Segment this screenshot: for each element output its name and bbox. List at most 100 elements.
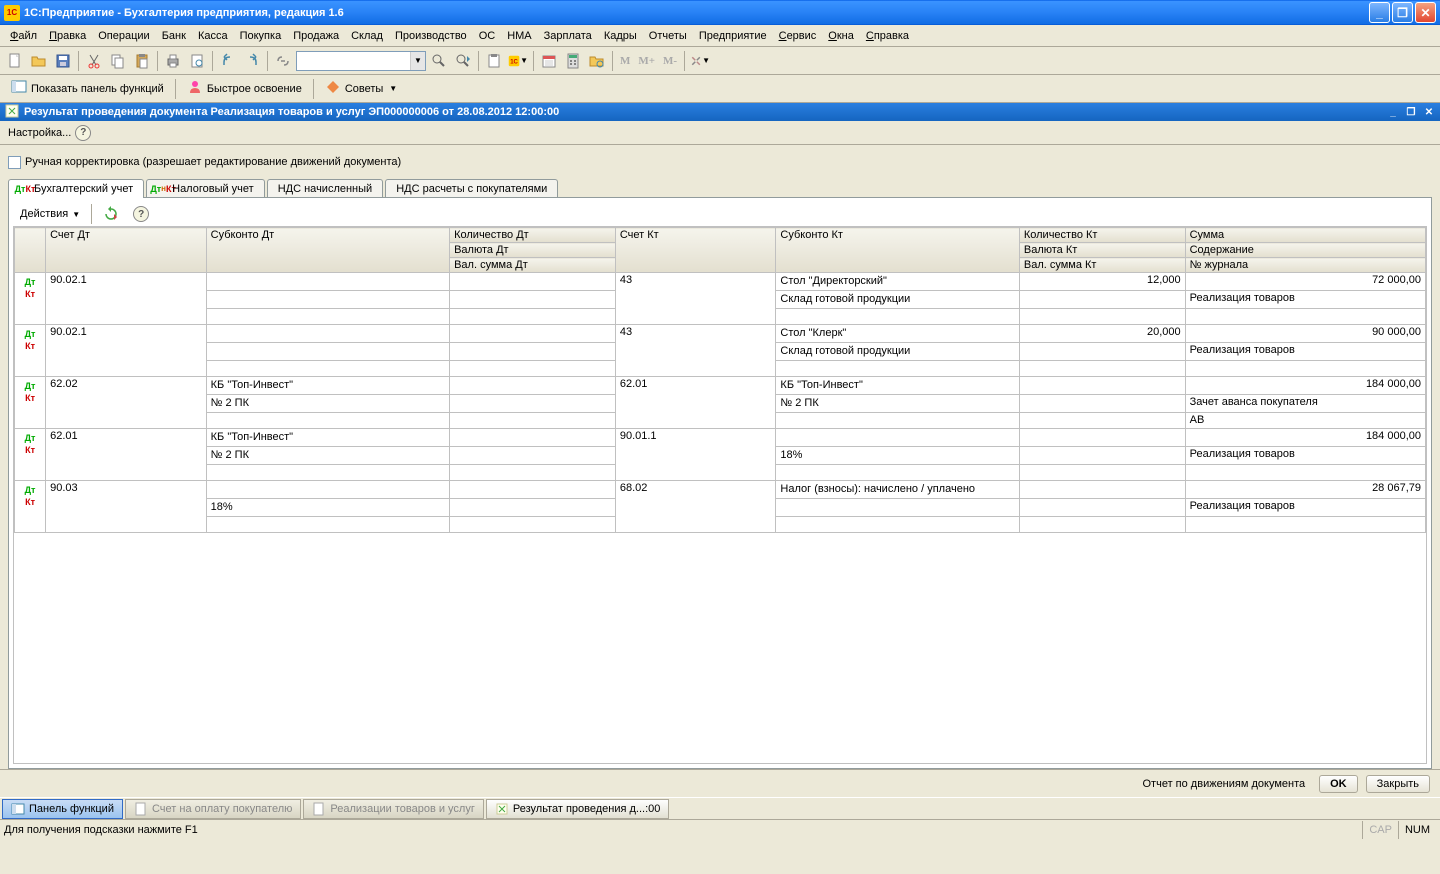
ok-button[interactable]: OK <box>1319 775 1358 793</box>
menu-кадры[interactable]: Кадры <box>598 28 643 44</box>
advice-button[interactable]: Советы ▼ <box>318 78 404 100</box>
table-row[interactable]: ДтКт90.0368.02Налог (взносы): начислено … <box>15 481 1426 499</box>
table-row[interactable]: ДтКт90.02.143Стол "Директорский"12,00072… <box>15 273 1426 291</box>
close-button[interactable]: Закрыть <box>1366 775 1430 793</box>
table-row[interactable]: ДтКт62.02КБ "Топ-Инвест"62.01КБ "Топ-Инв… <box>15 377 1426 395</box>
minimize-doc-icon[interactable]: _ <box>1386 105 1400 119</box>
result-icon <box>495 802 509 816</box>
task-panel-functions[interactable]: Панель функций <box>2 799 123 819</box>
menu-ос[interactable]: ОС <box>473 28 502 44</box>
menu-файл[interactable]: Файл <box>4 28 43 44</box>
doc-icon <box>312 802 326 816</box>
tab-tax[interactable]: ДтнКт Налоговый учет <box>146 179 265 198</box>
col-account-kt[interactable]: Счет Кт <box>615 228 776 273</box>
menu-предприятие[interactable]: Предприятие <box>693 28 773 44</box>
tab-vat-accrued[interactable]: НДС начисленный <box>267 179 383 198</box>
open-icon[interactable] <box>28 50 50 72</box>
menu-правка[interactable]: Правка <box>43 28 92 44</box>
undo-icon[interactable] <box>217 50 239 72</box>
menu-склад[interactable]: Склад <box>345 28 389 44</box>
quick-learn-button[interactable]: Быстрое освоение <box>180 78 309 100</box>
app-icon: 1C <box>4 5 20 21</box>
folder-icon[interactable] <box>586 50 608 72</box>
paste-icon[interactable] <box>131 50 153 72</box>
cell-qtydt <box>450 481 616 499</box>
report-link[interactable]: Отчет по движениям документа <box>1143 778 1306 790</box>
print-preview-icon[interactable] <box>186 50 208 72</box>
link-icon[interactable] <box>272 50 294 72</box>
calendar-icon[interactable] <box>538 50 560 72</box>
redo-icon[interactable] <box>241 50 263 72</box>
copy-icon[interactable] <box>107 50 129 72</box>
cell-subdt3 <box>206 413 449 429</box>
chevron-down-icon[interactable]: ▼ <box>410 52 425 70</box>
col-currency-kt[interactable]: Валюта Кт <box>1019 243 1185 258</box>
table-row[interactable]: ДтКт62.01КБ "Топ-Инвест"90.01.1184 000,0… <box>15 429 1426 447</box>
search-combo[interactable]: ▼ <box>296 51 426 71</box>
tab-accounting[interactable]: ДтКт Бухгалтерский учет <box>8 179 144 198</box>
menu-покупка[interactable]: Покупка <box>234 28 288 44</box>
manual-edit-checkbox[interactable] <box>8 156 21 169</box>
find-next-icon[interactable] <box>452 50 474 72</box>
cell-kt: 62.01 <box>615 377 776 429</box>
task-result[interactable]: Результат проведения д...:00 <box>486 799 670 819</box>
maximize-button[interactable]: ❐ <box>1392 2 1413 23</box>
cell-vsumdt <box>450 361 616 377</box>
col-valsum-dt[interactable]: Вал. сумма Дт <box>450 258 616 273</box>
settings-link[interactable]: Настройка... <box>8 127 71 139</box>
find-icon[interactable] <box>428 50 450 72</box>
new-doc-icon[interactable] <box>4 50 26 72</box>
dk-icon: ДтКт <box>15 325 46 377</box>
col-valsum-kt[interactable]: Вал. сумма Кт <box>1019 258 1185 273</box>
cell-subkt: КБ "Топ-Инвест" <box>776 377 1019 395</box>
close-button[interactable]: ✕ <box>1415 2 1436 23</box>
menu-касса[interactable]: Касса <box>192 28 234 44</box>
1c-help-icon[interactable]: 1C▼ <box>507 50 529 72</box>
cut-icon[interactable] <box>83 50 105 72</box>
col-subconto-kt[interactable]: Субконто Кт <box>776 228 1019 273</box>
table-row[interactable]: ДтКт90.02.143Стол "Клерк"20,00090 000,00 <box>15 325 1426 343</box>
task-sales[interactable]: Реализации товаров и услуг <box>303 799 483 819</box>
menu-операции[interactable]: Операции <box>92 28 155 44</box>
cell-subkt <box>776 429 1019 447</box>
restore-doc-icon[interactable]: ❐ <box>1404 105 1418 119</box>
col-qty-kt[interactable]: Количество Кт <box>1019 228 1185 243</box>
col-currency-dt[interactable]: Валюта Дт <box>450 243 616 258</box>
cell-vsumkt <box>1019 517 1185 533</box>
cell-journal <box>1185 309 1425 325</box>
menu-производство[interactable]: Производство <box>389 28 473 44</box>
minimize-button[interactable]: _ <box>1369 2 1390 23</box>
menu-справка[interactable]: Справка <box>860 28 915 44</box>
col-account-dt[interactable]: Счет Дт <box>46 228 207 273</box>
menu-нма[interactable]: НМА <box>501 28 537 44</box>
close-doc-icon[interactable]: ✕ <box>1422 105 1436 119</box>
show-panel-button[interactable]: Показать панель функций <box>4 78 171 100</box>
menu-отчеты[interactable]: Отчеты <box>643 28 693 44</box>
help-icon[interactable]: ? <box>128 203 154 225</box>
help-icon[interactable]: ? <box>75 125 91 141</box>
print-icon[interactable] <box>162 50 184 72</box>
calculator-icon[interactable] <box>562 50 584 72</box>
task-invoice[interactable]: Счет на оплату покупателю <box>125 799 301 819</box>
col-subconto-dt[interactable]: Субконто Дт <box>206 228 449 273</box>
cell-valdt <box>450 291 616 309</box>
menu-сервис[interactable]: Сервис <box>773 28 823 44</box>
col-qty-dt[interactable]: Количество Дт <box>450 228 616 243</box>
actions-menu[interactable]: Действия ▼ <box>15 205 85 223</box>
col-icon[interactable] <box>15 228 46 273</box>
refresh-icon[interactable] <box>98 203 124 225</box>
entries-grid[interactable]: Счет Дт Субконто Дт Количество Дт Счет К… <box>13 226 1427 764</box>
doc-icon <box>134 802 148 816</box>
tools-icon[interactable]: ▼ <box>689 50 711 72</box>
col-sum[interactable]: Сумма <box>1185 228 1425 243</box>
menu-зарплата[interactable]: Зарплата <box>538 28 598 44</box>
save-icon[interactable] <box>52 50 74 72</box>
col-journal[interactable]: № журнала <box>1185 258 1425 273</box>
menu-банк[interactable]: Банк <box>156 28 192 44</box>
col-content[interactable]: Содержание <box>1185 243 1425 258</box>
cell-subdt <box>206 273 449 291</box>
menu-окна[interactable]: Окна <box>822 28 860 44</box>
tab-vat-settlements[interactable]: НДС расчеты с покупателями <box>385 179 558 198</box>
clipboard-icon[interactable] <box>483 50 505 72</box>
menu-продажа[interactable]: Продажа <box>287 28 345 44</box>
